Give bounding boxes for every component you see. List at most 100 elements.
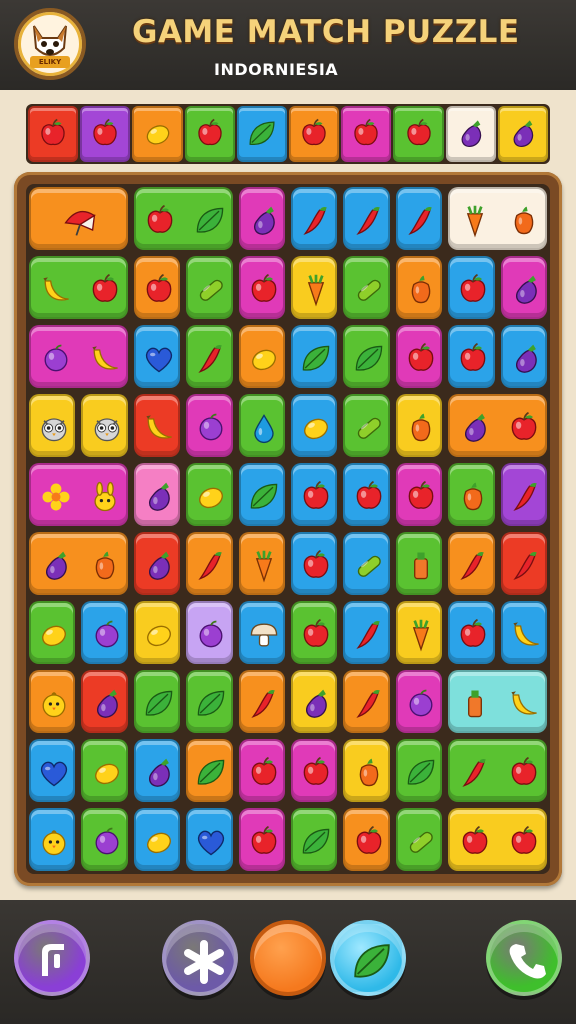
board-tile[interactable] [186, 601, 233, 664]
board-tile[interactable] [133, 532, 181, 595]
board-tile[interactable] [395, 325, 443, 388]
board-tile[interactable] [81, 808, 128, 871]
board-tile[interactable] [343, 187, 390, 250]
board-tile[interactable] [395, 601, 443, 664]
board-tile[interactable] [291, 739, 338, 802]
board-tile[interactable] [448, 256, 495, 319]
board-tile[interactable] [29, 256, 128, 319]
tray-tile[interactable] [497, 106, 549, 162]
board-tile[interactable] [500, 256, 547, 319]
board-tile[interactable] [29, 808, 76, 871]
board-tile[interactable] [133, 463, 181, 526]
board-tile[interactable] [186, 325, 233, 388]
board-tile[interactable] [291, 463, 338, 526]
board-tile[interactable] [238, 808, 285, 871]
board-tile[interactable] [395, 808, 443, 871]
hint-button[interactable] [14, 920, 90, 996]
board-tile[interactable] [133, 670, 181, 733]
board-tile[interactable] [133, 601, 181, 664]
board-tile[interactable] [500, 532, 547, 595]
board-tile[interactable] [448, 187, 547, 250]
board-tile[interactable] [448, 532, 495, 595]
board-tile[interactable] [343, 601, 390, 664]
call-button[interactable] [486, 920, 562, 996]
board-tile[interactable] [238, 325, 285, 388]
board-tile[interactable] [133, 739, 181, 802]
board-tile[interactable] [186, 739, 233, 802]
tray-tile[interactable] [289, 106, 340, 162]
tray-tile[interactable] [445, 106, 496, 162]
board-tile[interactable] [186, 532, 233, 595]
shuffle-button[interactable] [162, 920, 238, 996]
tray-tile[interactable] [341, 106, 392, 162]
board-tile[interactable] [238, 532, 285, 595]
board-tile[interactable] [395, 463, 443, 526]
board-tile[interactable] [395, 532, 443, 595]
board-tile[interactable] [291, 808, 338, 871]
board-tile[interactable] [133, 808, 181, 871]
board-tile[interactable] [29, 670, 76, 733]
board-tile[interactable] [448, 739, 547, 802]
board-tile[interactable] [29, 187, 128, 250]
logo[interactable]: ELIKY [14, 8, 86, 80]
board-tile[interactable] [29, 463, 128, 526]
tray-tile[interactable] [80, 106, 131, 162]
board-tile[interactable] [81, 670, 128, 733]
board-tile[interactable] [343, 532, 390, 595]
tray-tile[interactable] [28, 106, 79, 162]
board-tile[interactable] [186, 463, 233, 526]
board-tile[interactable] [448, 808, 547, 871]
board-tile[interactable] [238, 601, 285, 664]
board-tile[interactable] [29, 601, 76, 664]
board-tile[interactable] [29, 739, 76, 802]
board-tile[interactable] [29, 325, 128, 388]
board-tile[interactable] [343, 670, 390, 733]
board-tile[interactable] [238, 670, 285, 733]
board-tile[interactable] [133, 325, 181, 388]
tray-tile[interactable] [132, 106, 183, 162]
board-tile[interactable] [29, 532, 128, 595]
board-tile[interactable] [238, 739, 285, 802]
board-tile[interactable] [448, 670, 547, 733]
orange-action-button[interactable] [250, 920, 326, 996]
board-tile[interactable] [238, 394, 285, 457]
board-tile[interactable] [291, 256, 338, 319]
board-tile[interactable] [343, 739, 390, 802]
board-tile[interactable] [291, 187, 338, 250]
board-tile[interactable] [343, 325, 390, 388]
board-tile[interactable] [291, 670, 338, 733]
board-tile[interactable] [291, 325, 338, 388]
board-tile[interactable] [291, 601, 338, 664]
board-tile[interactable] [343, 808, 390, 871]
board-tile[interactable] [133, 256, 181, 319]
board-tile[interactable] [448, 463, 495, 526]
board-tile[interactable] [500, 601, 547, 664]
board-tile[interactable] [186, 394, 233, 457]
board-tile[interactable] [186, 808, 233, 871]
board-tile[interactable] [238, 256, 285, 319]
board-tile[interactable] [238, 187, 285, 250]
board-tile[interactable] [395, 739, 443, 802]
board-tile[interactable] [81, 601, 128, 664]
board-tile[interactable] [448, 601, 495, 664]
leaf-button[interactable] [330, 920, 406, 996]
board-tile[interactable] [500, 463, 547, 526]
board-tile[interactable] [343, 394, 390, 457]
tray-tile[interactable] [393, 106, 444, 162]
board-tile[interactable] [343, 463, 390, 526]
board-tile[interactable] [186, 256, 233, 319]
board-tile[interactable] [133, 187, 233, 250]
board-tile[interactable] [448, 394, 547, 457]
board-tile[interactable] [395, 670, 443, 733]
board-tile[interactable] [395, 187, 443, 250]
board-tile[interactable] [500, 325, 547, 388]
board-tile[interactable] [238, 463, 285, 526]
board-tile[interactable] [133, 394, 181, 457]
board-tile[interactable] [81, 394, 128, 457]
board-tile[interactable] [395, 256, 443, 319]
tray-tile[interactable] [236, 106, 288, 162]
board-tile[interactable] [81, 739, 128, 802]
board-tile[interactable] [186, 670, 233, 733]
board-tile[interactable] [291, 532, 338, 595]
board-tile[interactable] [291, 394, 338, 457]
